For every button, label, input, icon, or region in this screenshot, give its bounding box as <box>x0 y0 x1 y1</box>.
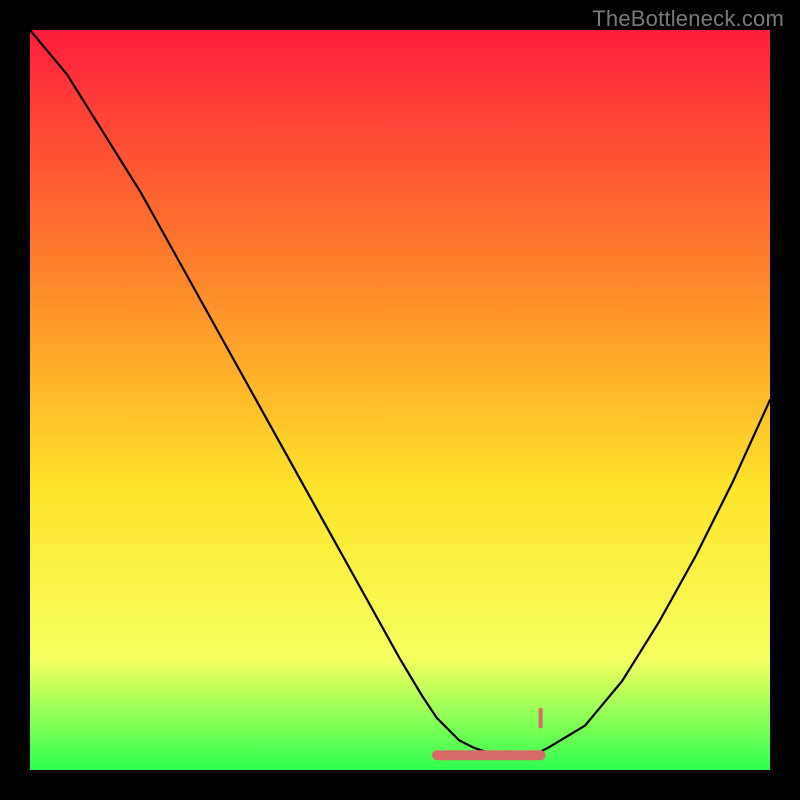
chart-svg <box>30 30 770 770</box>
threshold-tick <box>539 708 543 728</box>
chart-frame <box>30 30 770 770</box>
watermark-text: TheBottleneck.com <box>592 6 784 32</box>
